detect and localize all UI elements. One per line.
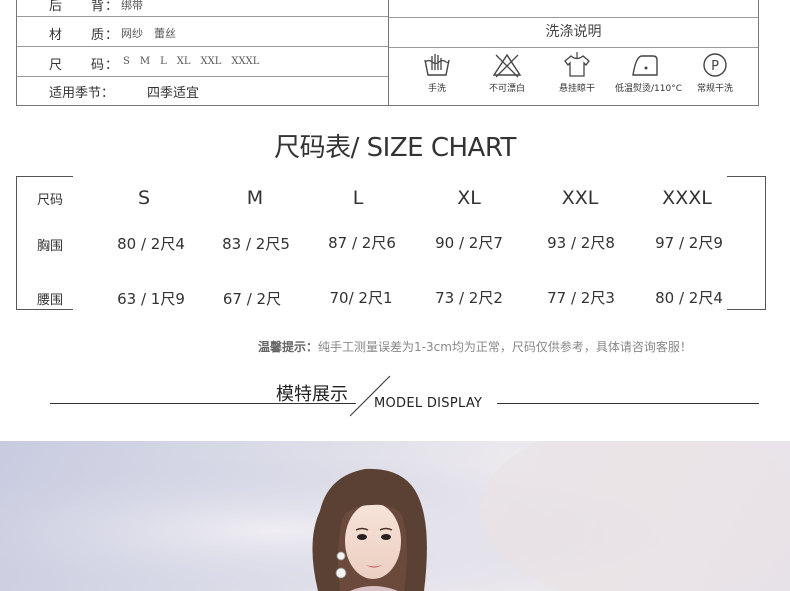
info-row-material: 材 质： 网纱 蕾丝 xyxy=(17,17,389,47)
waist-cell: 67 / 2尺 xyxy=(222,290,282,308)
hand-wash-icon xyxy=(424,54,450,76)
wash-label: 常规干洗 xyxy=(696,84,733,94)
chest-row-label: 胸围 xyxy=(37,239,64,254)
no-bleach-icon xyxy=(492,53,522,78)
size-header: XXL xyxy=(561,187,599,209)
size-header: XXXL xyxy=(662,187,712,209)
size-header-label: 尺码 xyxy=(37,193,64,208)
waist-cell: 80 / 2尺4 xyxy=(655,289,723,307)
waist-cell: 73 / 2尺2 xyxy=(435,289,503,307)
wash-instructions: 洗涤说明 手洗 不可漂白 悬挂晾干 低温熨烫/110°C P 常规干洗 xyxy=(388,0,759,106)
size-chart-title: 尺码表/ SIZE CHART xyxy=(274,133,516,163)
chest-cell: 80 / 2尺4 xyxy=(117,235,185,253)
tip-text: 纯手工测量误差为1-3cm均为正常，尺码仅供参考，具体请咨询客服！ xyxy=(318,340,692,354)
waist-cell: 63 / 1尺9 xyxy=(117,290,185,308)
info-row-season: 适用季节： 四季适宜 xyxy=(17,76,389,104)
tip-prefix: 温馨提示： xyxy=(258,340,319,354)
chest-cell: 90 / 2尺7 xyxy=(435,234,503,252)
wash-label: 手洗 xyxy=(427,84,446,94)
info-row-size: 尺 码： S M L XL XXL XXXL xyxy=(17,47,389,77)
wash-item: 低温熨烫/110°C xyxy=(615,52,682,94)
model-photo xyxy=(0,441,790,591)
wash-item: 手洗 xyxy=(407,52,467,94)
wash-label: 悬挂晾干 xyxy=(558,84,595,94)
waist-cell: 77 / 2尺3 xyxy=(547,289,615,307)
chest-cell: 93 / 2尺8 xyxy=(547,234,615,252)
wash-item: P 常规干洗 xyxy=(685,52,745,94)
waist-cell: 70/ 2尺1 xyxy=(329,289,393,307)
model-display-title-zh: 模特展示 xyxy=(276,384,348,405)
size-header: XL xyxy=(457,187,481,209)
low-iron-icon xyxy=(632,55,658,76)
wash-label: 不可漂白 xyxy=(488,84,525,94)
hang-dry-icon xyxy=(564,52,590,77)
info-row-back: 后 背： 绑带 xyxy=(17,0,389,17)
model-display-title-en: MODEL DISPLAY xyxy=(374,396,483,411)
wash-item: 不可漂白 xyxy=(477,52,537,94)
chest-cell: 83 / 2尺5 xyxy=(222,235,290,253)
size-header: L xyxy=(352,187,364,209)
size-header: M xyxy=(246,187,264,209)
wash-item: 悬挂晾干 xyxy=(547,52,607,94)
svg-text:P: P xyxy=(711,59,719,74)
model-photo-illustration xyxy=(0,441,790,591)
info-label: 适用季节： xyxy=(49,86,115,101)
info-label: 尺 码： xyxy=(49,58,120,73)
frame-gap xyxy=(73,175,727,179)
product-info-table: 后 背： 绑带 材 质： 网纱 蕾丝 尺 码： S M L XL XXL XXX… xyxy=(16,0,759,106)
wash-title: 洗涤说明 xyxy=(389,17,758,48)
info-value: 绑带 xyxy=(121,0,143,12)
wash-label: 低温熨烫/110°C xyxy=(615,84,682,94)
measurement-tip: 温馨提示：纯手工测量误差为1-3cm均为正常，尺码仅供参考，具体请咨询客服！ xyxy=(258,338,692,355)
info-value: 四季适宜 xyxy=(147,86,200,101)
size-header: S xyxy=(137,187,151,209)
size-chart-table: 尺码 S M L XL XXL XXXL 胸围 80 / 2尺4 83 / 2尺… xyxy=(16,175,766,311)
divider-line xyxy=(497,403,759,404)
dry-clean-icon: P xyxy=(703,53,727,77)
chest-cell: 97 / 2尺9 xyxy=(655,234,723,252)
info-label: 材 质： xyxy=(49,28,120,43)
waist-row-label: 腰围 xyxy=(37,293,64,308)
chest-cell: 87 / 2尺6 xyxy=(328,234,396,252)
product-attributes: 后 背： 绑带 材 质： 网纱 蕾丝 尺 码： S M L XL XXL XXX… xyxy=(16,0,389,106)
info-value: 网纱 蕾丝 xyxy=(121,27,176,40)
info-value: S M L XL XXL XXXL xyxy=(123,56,260,67)
info-label: 后 背： xyxy=(49,0,120,14)
